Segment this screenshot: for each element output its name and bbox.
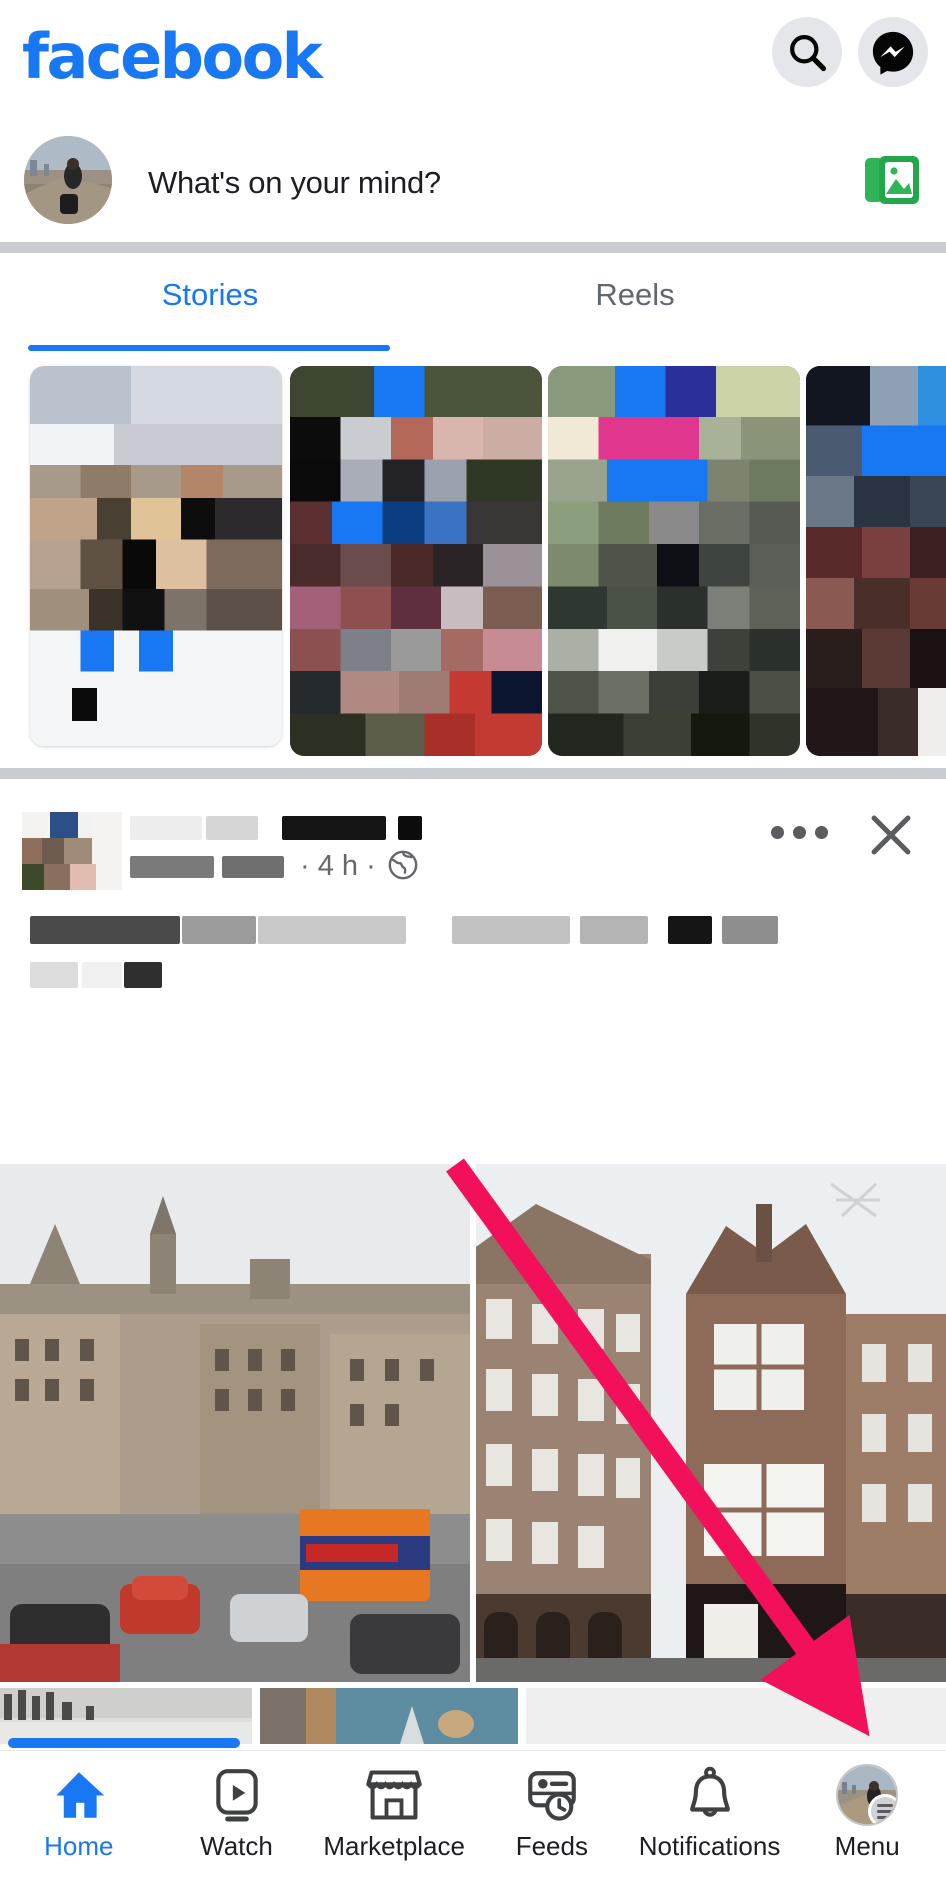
story-thumbnail-redacted — [548, 366, 800, 756]
author-name-redaction — [398, 816, 422, 840]
story-thumbnail-redacted — [290, 366, 542, 756]
post-menu-button[interactable] — [771, 826, 828, 839]
author-avatar-redacted — [22, 812, 122, 890]
story-thumbnail-redacted — [806, 366, 946, 756]
peek-photo-2[interactable] — [260, 1688, 518, 1744]
post-body-redaction — [82, 962, 122, 988]
ellipsis-dot — [793, 826, 806, 839]
peek-photo-1-image — [0, 1688, 252, 1744]
story-card-3[interactable] — [548, 366, 800, 756]
author-sub-redaction — [222, 856, 284, 878]
story-thumbnail-redacted — [30, 366, 282, 746]
tab-stories[interactable]: Stories — [0, 277, 420, 313]
search-icon — [790, 35, 827, 72]
home-icon — [48, 1763, 110, 1827]
post-photo-grid[interactable] — [0, 1164, 946, 1682]
composer-placeholder[interactable]: What's on your mind? — [148, 165, 441, 201]
header-actions — [772, 17, 928, 87]
post-body-redaction — [452, 916, 570, 944]
photo-gallery-icon — [865, 156, 919, 204]
post-timestamp: · 4 h · — [300, 850, 376, 882]
close-icon — [871, 815, 911, 855]
messenger-button[interactable] — [858, 17, 928, 87]
nav-label-feeds: Feeds — [515, 1831, 588, 1861]
menu-avatar-image — [836, 1764, 899, 1826]
nav-item-menu[interactable]: Menu — [788, 1751, 946, 1862]
story-card-4[interactable] — [806, 366, 946, 756]
section-divider-1 — [0, 242, 946, 253]
hamburger-badge-icon — [868, 1794, 897, 1824]
post-body-redaction — [258, 916, 406, 944]
peek-photo-3[interactable] — [526, 1688, 946, 1744]
ellipsis-dot — [771, 826, 784, 839]
author-sub-redaction — [130, 856, 214, 878]
bottom-navigation: Home Watch Marketplace Feeds Notificatio… — [0, 1750, 946, 1882]
photo-button[interactable] — [863, 154, 921, 211]
author-name-redaction — [206, 816, 258, 840]
messenger-icon — [872, 31, 914, 75]
stories-carousel[interactable] — [0, 358, 946, 768]
tab-active-indicator — [28, 345, 390, 351]
author-name-redaction — [130, 816, 202, 840]
post-photo-1-image — [0, 1164, 470, 1682]
app-header: facebook — [0, 0, 946, 118]
nav-item-feeds[interactable]: Feeds — [473, 1751, 631, 1862]
post-body-redaction — [30, 916, 180, 944]
peek-photo-2-image — [260, 1688, 518, 1744]
feed-tabs: Stories Reels — [0, 253, 946, 358]
nav-item-watch[interactable]: Watch — [158, 1751, 316, 1862]
post-body-redaction — [124, 962, 162, 988]
feeds-clock-icon — [523, 1763, 581, 1827]
nav-label-notifications: Notifications — [638, 1831, 781, 1861]
post-body-redaction — [580, 916, 648, 944]
post-photo-2-image — [476, 1164, 946, 1682]
peek-photo-1[interactable] — [0, 1688, 252, 1744]
avatar-image — [24, 136, 112, 224]
nav-label-watch: Watch — [200, 1831, 273, 1861]
post-close-button[interactable] — [862, 806, 920, 869]
nav-item-marketplace[interactable]: Marketplace — [315, 1751, 473, 1862]
globe-public-icon — [388, 850, 418, 880]
post-author-avatar[interactable] — [22, 812, 122, 890]
composer-avatar[interactable] — [24, 136, 112, 224]
next-post-peek[interactable] — [0, 1688, 946, 1750]
search-button[interactable] — [772, 17, 842, 87]
nav-label-marketplace: Marketplace — [323, 1831, 465, 1861]
post-composer[interactable]: What's on your mind? — [0, 118, 946, 242]
post-body-redaction — [668, 916, 712, 944]
facebook-app-screen: facebook What's on your mind? Stories Re… — [0, 0, 946, 1882]
author-name-redaction — [282, 816, 386, 840]
nav-item-home[interactable]: Home — [0, 1751, 158, 1862]
marketplace-store-icon — [364, 1763, 424, 1827]
post-photo-2[interactable] — [476, 1164, 946, 1682]
nav-label-menu: Menu — [834, 1831, 900, 1861]
tab-reels[interactable]: Reels — [420, 277, 850, 313]
menu-avatar-icon — [836, 1763, 899, 1827]
post-body-redaction — [722, 916, 778, 944]
section-divider-2 — [0, 768, 946, 779]
story-card-1[interactable] — [30, 366, 282, 746]
facebook-logo[interactable]: facebook — [22, 20, 323, 93]
post-photo-1[interactable] — [0, 1164, 470, 1682]
story-progress-indicator — [8, 1738, 240, 1748]
story-card-2[interactable] — [290, 366, 542, 756]
nav-item-notifications[interactable]: Notifications — [631, 1751, 789, 1862]
watch-video-icon — [209, 1763, 265, 1827]
post-body-redaction — [182, 916, 256, 944]
nav-label-home: Home — [44, 1831, 114, 1861]
ellipsis-dot — [815, 826, 828, 839]
bell-icon — [683, 1763, 737, 1827]
post-body-redaction — [30, 962, 78, 988]
peek-photo-3-image — [526, 1688, 946, 1744]
